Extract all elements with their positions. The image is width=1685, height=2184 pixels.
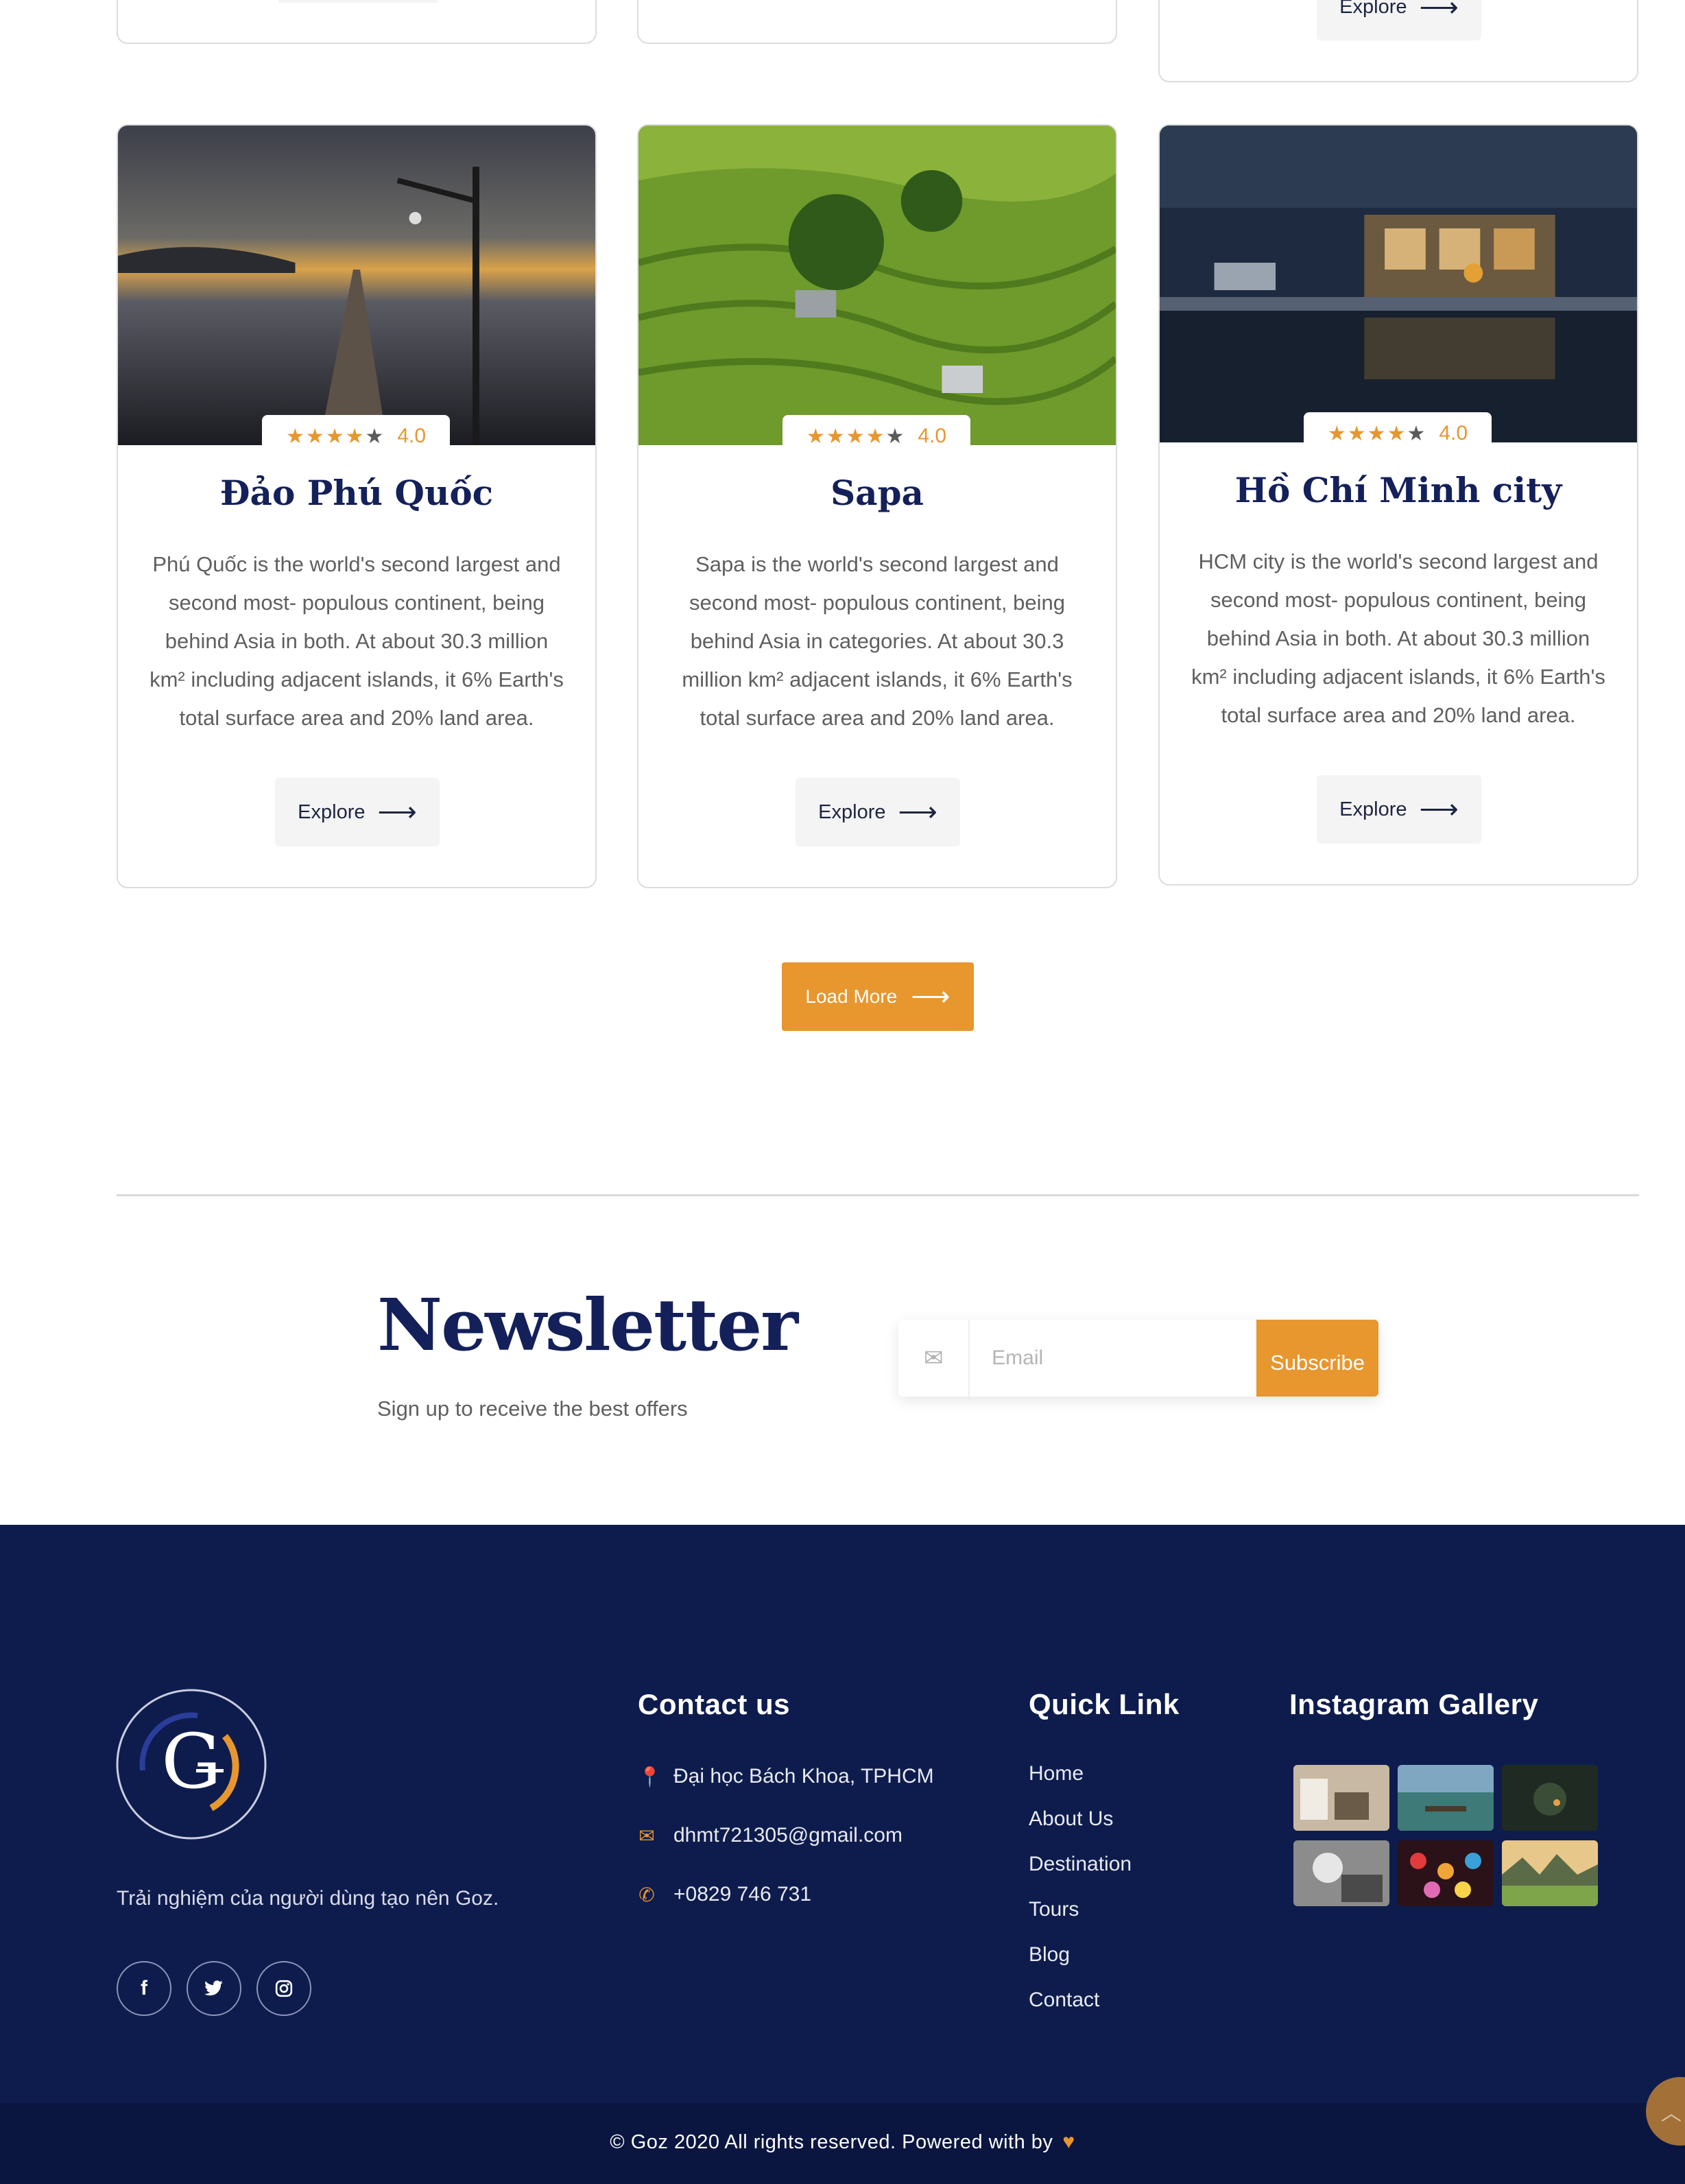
explore-label: Explore bbox=[1339, 798, 1407, 820]
map-pin-icon: 📍 bbox=[638, 1766, 662, 1788]
explore-button[interactable]: Explore ⟶ bbox=[1317, 775, 1481, 844]
arrow-right-icon: ⟶ bbox=[898, 797, 937, 827]
load-more-label: Load More bbox=[805, 986, 898, 1007]
newsletter-title: Newsletter bbox=[377, 1283, 798, 1367]
contact-phone[interactable]: ✆ +0829 746 731 bbox=[638, 1883, 811, 1906]
logo-letter: G bbox=[161, 1718, 222, 1805]
rating-badge: ★★★★★ 4.0 bbox=[782, 415, 970, 458]
star-rating-icon: ★★★★★ bbox=[1327, 421, 1427, 446]
card-title: Đảo Phú Quốc bbox=[219, 473, 494, 513]
card-title: Sapa bbox=[830, 473, 924, 513]
arrow-right-icon: ⟶ bbox=[377, 797, 417, 827]
destination-card: ★★★★★ 4.0 Sapa Sapa is the world's secon… bbox=[637, 124, 1117, 888]
quick-link-tours[interactable]: Tours bbox=[1029, 1898, 1132, 1943]
explore-button[interactable]: Explore ⟶ bbox=[275, 778, 440, 846]
card-title: Hồ Chí Minh city bbox=[1234, 470, 1562, 510]
envelope-icon: ✉ bbox=[898, 1320, 970, 1397]
footer-bottom-bar: © Goz 2020 All rights reserved. Powered … bbox=[0, 2103, 1685, 2184]
explore-label: Explore bbox=[818, 800, 886, 823]
site-footer: G Trải nghiệm của người dùng tạo nên Goz… bbox=[0, 1525, 1685, 2184]
phone-icon: ✆ bbox=[638, 1884, 655, 1906]
instagram-icon[interactable] bbox=[256, 1961, 311, 2016]
contact-address: 📍 Đại học Bách Khoa, TPHCM bbox=[638, 1765, 934, 1788]
instagram-thumb[interactable] bbox=[1502, 1840, 1598, 1906]
instagram-heading: Instagram Gallery bbox=[1289, 1688, 1539, 1720]
card-partial-2 bbox=[637, 0, 1117, 44]
card-partial-3: Explore ⟶ bbox=[1158, 0, 1638, 82]
card-image-rice-terraces bbox=[638, 126, 1116, 445]
quick-link-destination[interactable]: Destination bbox=[1029, 1853, 1132, 1898]
section-divider bbox=[117, 1194, 1639, 1196]
card-description: Phú Quốc is the world's second largest a… bbox=[150, 552, 564, 730]
newsletter-form: ✉ Subscribe bbox=[898, 1320, 1378, 1397]
arrow-right-icon: ⟶ bbox=[1419, 0, 1459, 23]
quick-link-list: Home About Us Destination Tours Blog Con… bbox=[1029, 1762, 1132, 2034]
rating-badge: ★★★★★ 4.0 bbox=[262, 415, 450, 458]
instagram-thumb[interactable] bbox=[1293, 1840, 1389, 1906]
address-text: Đại học Bách Khoa, TPHCM bbox=[673, 1765, 934, 1788]
footer-tagline: Trải nghiệm của người dùng tạo nên Goz. bbox=[117, 1887, 499, 1910]
social-links: f bbox=[117, 1961, 311, 2016]
card-image-pier-sunset bbox=[118, 126, 595, 445]
email-input[interactable] bbox=[970, 1320, 1257, 1397]
email-text: dhmt721305@gmail.com bbox=[673, 1824, 903, 1847]
card-description: Sapa is the world's second largest and s… bbox=[682, 552, 1073, 730]
rating-value: 4.0 bbox=[1439, 422, 1468, 444]
contact-heading: Contact us bbox=[638, 1688, 791, 1720]
explore-button[interactable]: Explore ⟶ bbox=[796, 778, 960, 846]
rating-value: 4.0 bbox=[397, 425, 427, 447]
copyright-label: © Goz 2020 All rights reserved. Powered … bbox=[610, 2131, 1053, 2153]
instagram-thumb[interactable] bbox=[1502, 1765, 1598, 1831]
quick-link-heading: Quick Link bbox=[1029, 1688, 1180, 1720]
quick-link-about[interactable]: About Us bbox=[1029, 1807, 1132, 1853]
facebook-icon[interactable]: f bbox=[117, 1961, 171, 2016]
load-more-button[interactable]: Load More ⟶ bbox=[782, 962, 974, 1031]
chevron-up-icon: ︿ bbox=[1661, 2102, 1682, 2126]
quick-link-contact[interactable]: Contact bbox=[1029, 1989, 1132, 2034]
contact-email[interactable]: ✉ dhmt721305@gmail.com bbox=[638, 1824, 903, 1847]
copyright-text: © Goz 2020 All rights reserved. Powered … bbox=[0, 2130, 1685, 2154]
explore-label: Explore bbox=[298, 800, 366, 823]
card-partial-1 bbox=[117, 0, 597, 44]
twitter-icon[interactable] bbox=[187, 1961, 241, 2016]
heart-icon: ♥ bbox=[1062, 2130, 1075, 2153]
rating-value: 4.0 bbox=[918, 425, 947, 447]
arrow-right-icon: ⟶ bbox=[911, 982, 951, 1012]
card-description: HCM city is the world's second largest a… bbox=[1191, 549, 1605, 727]
phone-text: +0829 746 731 bbox=[673, 1883, 812, 1906]
card-image-city-night bbox=[1160, 126, 1637, 442]
explore-button-partial[interactable] bbox=[278, 0, 438, 3]
quick-link-blog[interactable]: Blog bbox=[1029, 1943, 1132, 1989]
star-rating-icon: ★★★★★ bbox=[806, 424, 906, 449]
destination-card: ★★★★★ 4.0 Hồ Chí Minh city HCM city is t… bbox=[1158, 124, 1638, 886]
envelope-icon: ✉ bbox=[638, 1825, 655, 1847]
instagram-thumb[interactable] bbox=[1293, 1765, 1389, 1831]
newsletter-subtitle: Sign up to receive the best offers bbox=[377, 1397, 688, 1421]
instagram-gallery bbox=[1293, 1765, 1598, 1906]
goz-logo[interactable]: G bbox=[115, 1688, 267, 1840]
subscribe-button[interactable]: Subscribe bbox=[1256, 1320, 1378, 1397]
arrow-right-icon: ⟶ bbox=[1419, 794, 1459, 824]
rating-badge: ★★★★★ 4.0 bbox=[1304, 412, 1492, 455]
instagram-thumb[interactable] bbox=[1398, 1840, 1494, 1906]
explore-button-partial[interactable]: Explore ⟶ bbox=[1317, 0, 1481, 40]
star-rating-icon: ★★★★★ bbox=[285, 424, 385, 449]
explore-label: Explore bbox=[1339, 0, 1407, 18]
quick-link-home[interactable]: Home bbox=[1029, 1762, 1132, 1807]
destination-card: ★★★★★ 4.0 Đảo Phú Quốc Phú Quốc is the w… bbox=[117, 124, 597, 888]
instagram-thumb[interactable] bbox=[1398, 1765, 1494, 1831]
